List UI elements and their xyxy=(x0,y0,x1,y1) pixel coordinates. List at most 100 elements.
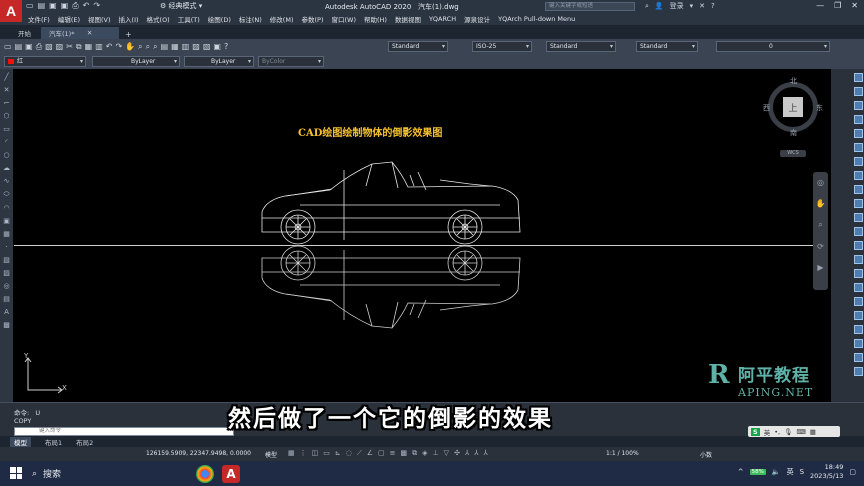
splinedit-icon[interactable] xyxy=(853,339,863,348)
taskbar-clock[interactable]: 18:49 2023/5/13 xyxy=(810,463,843,481)
polyline-icon[interactable]: ⌐ xyxy=(4,99,10,107)
gradient-icon[interactable]: ▨ xyxy=(3,269,10,277)
array-icon[interactable] xyxy=(853,129,863,138)
menu-item[interactable]: 格式(O) xyxy=(147,14,170,24)
fillet-icon[interactable] xyxy=(853,269,863,278)
tab-start[interactable]: 开始 xyxy=(10,27,39,39)
ortho-icon[interactable]: ⊾ xyxy=(335,449,341,458)
sheetset-icon[interactable]: ▨ xyxy=(192,42,200,52)
erase-icon[interactable] xyxy=(853,73,863,82)
layer-select[interactable]: 0 xyxy=(716,41,830,52)
dynamic-input-icon[interactable]: ▭ xyxy=(323,449,330,458)
palettes-icon[interactable]: ▥ xyxy=(182,42,190,52)
ime-s-icon[interactable]: S xyxy=(800,468,804,476)
annotation-scale-icon[interactable]: ⅄ xyxy=(484,449,488,458)
revcloud-icon[interactable]: ☁ xyxy=(3,164,10,172)
menu-item[interactable]: 标注(N) xyxy=(239,14,262,24)
insert-block-icon[interactable]: ▣ xyxy=(3,217,10,225)
steering-wheel-icon[interactable]: ◎ xyxy=(817,178,824,187)
menu-item[interactable]: 参数(P) xyxy=(301,14,323,24)
layout-tab[interactable]: 模型 xyxy=(10,436,31,447)
explode-icon[interactable] xyxy=(853,283,863,292)
plotstyle-select[interactable]: ByColor xyxy=(258,56,324,67)
table-icon[interactable]: ▤ xyxy=(3,295,10,303)
menu-item[interactable]: 窗口(W) xyxy=(331,14,356,24)
transparency-icon[interactable]: ▩ xyxy=(401,449,408,458)
wcs-menu[interactable]: WCS xyxy=(780,150,806,157)
extend-icon[interactable] xyxy=(853,213,863,222)
arc-icon[interactable]: ◜ xyxy=(5,138,8,146)
viewcube[interactable]: 上 北 南 东 西 WCS xyxy=(762,76,826,162)
join-icon[interactable] xyxy=(853,241,863,250)
new-icon[interactable]: ▭ xyxy=(26,1,34,11)
ime-punct-icon[interactable]: •, xyxy=(774,428,780,436)
point-icon[interactable]: · xyxy=(5,243,7,251)
matchprop-icon[interactable] xyxy=(853,353,863,362)
compass-south[interactable]: 南 xyxy=(790,128,797,138)
ime-skin-icon[interactable]: ▦ xyxy=(810,428,816,436)
chamfer-icon[interactable] xyxy=(853,255,863,264)
help-icon[interactable]: ? xyxy=(224,42,228,52)
workspace-selector[interactable]: ⚙ 经典模式 ▾ xyxy=(160,1,202,11)
undo-icon[interactable]: ↶ xyxy=(83,1,90,11)
3d-osnap-icon[interactable]: ◈ xyxy=(422,449,427,458)
user-icon[interactable]: 👤 xyxy=(655,2,664,10)
publish-icon[interactable]: ▨ xyxy=(56,42,64,52)
windows-start-icon[interactable] xyxy=(10,467,22,479)
snap-icon[interactable]: ⋮ xyxy=(300,449,307,458)
menu-item[interactable]: 绘图(D) xyxy=(208,14,231,24)
print-icon[interactable]: ⎙ xyxy=(36,42,42,52)
menu-item[interactable]: YQARCH xyxy=(429,15,456,23)
polar-icon[interactable]: ◌ xyxy=(346,449,352,458)
menu-item[interactable]: 帮助(H) xyxy=(364,14,387,24)
selection-cycling-icon[interactable]: ⧉ xyxy=(412,449,417,458)
menu-item[interactable]: 源泉设计 xyxy=(464,14,490,24)
taskbar-ime[interactable]: 英 xyxy=(787,467,794,477)
object-track-icon[interactable]: ∠ xyxy=(367,449,373,458)
ellipse-arc-icon[interactable]: ◠ xyxy=(3,204,9,212)
add-selected-icon[interactable]: ▩ xyxy=(3,321,10,329)
menu-item[interactable]: 编辑(E) xyxy=(58,14,80,24)
help-icon[interactable]: ? xyxy=(711,2,715,10)
saveas-icon[interactable]: ▣ xyxy=(61,1,69,11)
new-icon[interactable]: ▭ xyxy=(4,42,12,52)
annotation-visibility-icon[interactable]: ⅄ xyxy=(465,449,469,458)
taskbar-search[interactable]: ⌕ 搜索 xyxy=(28,464,188,483)
dynamic-ucs-icon[interactable]: ⊥ xyxy=(433,449,439,458)
save-icon[interactable]: ▣ xyxy=(49,1,57,11)
cut-icon[interactable]: ✂ xyxy=(66,42,73,52)
pedit-icon[interactable] xyxy=(853,325,863,334)
zoom-realtime-icon[interactable]: ⌕ xyxy=(138,42,142,52)
redo-icon[interactable]: ↷ xyxy=(93,1,100,11)
paste-icon[interactable]: ▦ xyxy=(85,42,93,52)
chrome-icon[interactable] xyxy=(196,465,214,483)
rectangle-icon[interactable]: ▭ xyxy=(3,125,10,133)
line-icon[interactable]: ╱ xyxy=(4,73,8,81)
restore-icon[interactable]: ❐ xyxy=(834,1,841,10)
break-icon[interactable] xyxy=(853,227,863,236)
osnap-icon[interactable]: ▢ xyxy=(378,449,385,458)
lengthen-icon[interactable] xyxy=(853,297,863,306)
menu-item[interactable]: 插入(I) xyxy=(119,14,139,24)
menu-item[interactable]: 工具(T) xyxy=(178,14,200,24)
command-input[interactable]: 键入命令 xyxy=(14,427,234,436)
pan-icon[interactable]: ✋ xyxy=(816,199,826,208)
undo-icon[interactable]: ↶ xyxy=(106,42,113,52)
ime-keyboard-icon[interactable]: ⌨ xyxy=(796,428,805,436)
autoscale-icon[interactable]: ⅄ xyxy=(474,449,478,458)
add-tab-icon[interactable]: + xyxy=(121,30,136,39)
dist-icon[interactable] xyxy=(853,367,863,376)
pan-icon[interactable]: ✋ xyxy=(125,42,135,52)
menu-item[interactable]: 修改(M) xyxy=(270,14,294,24)
ellipse-icon[interactable]: ⬭ xyxy=(4,190,10,199)
lineweight-select[interactable]: ByLayer xyxy=(184,56,254,67)
table-style-select[interactable]: Standard xyxy=(546,41,616,52)
exchange-icon[interactable]: ✕ xyxy=(699,2,705,10)
showmotion-icon[interactable]: ▶ xyxy=(817,263,823,272)
color-select[interactable]: 红 xyxy=(4,56,86,67)
move-icon[interactable] xyxy=(853,143,863,152)
close-icon[interactable]: ✕ xyxy=(851,1,858,10)
zoom-window-icon[interactable]: ⌕ xyxy=(146,42,150,52)
layout-tab[interactable]: 布局2 xyxy=(76,437,93,447)
compass-east[interactable]: 东 xyxy=(816,103,823,113)
